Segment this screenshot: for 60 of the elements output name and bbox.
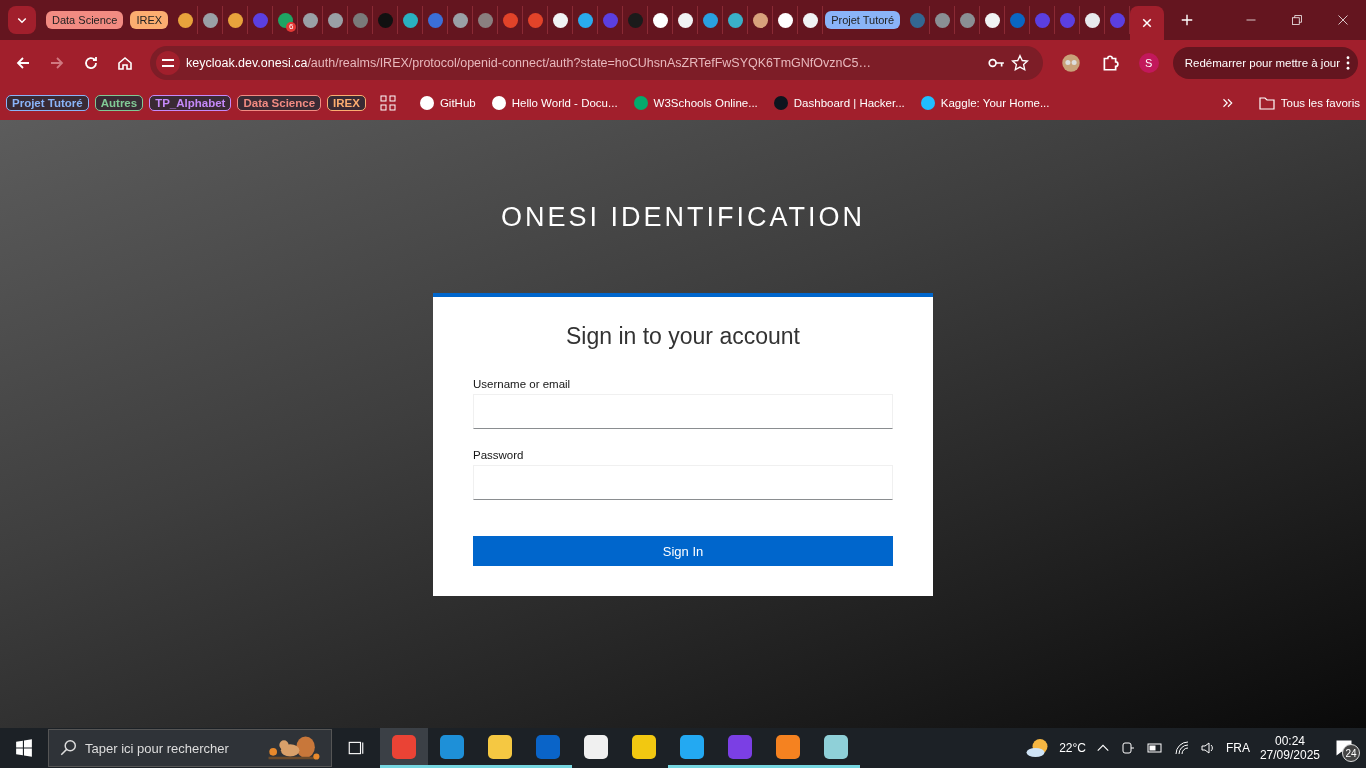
profile-avatar[interactable]: S: [1138, 53, 1159, 73]
star-icon[interactable]: [1010, 54, 1029, 72]
wifi-icon[interactable]: [1173, 740, 1190, 756]
tab-search-button[interactable]: [8, 6, 36, 34]
arrow-right-icon: [49, 55, 65, 71]
bookmark-group[interactable]: Autres: [94, 95, 144, 111]
taskbar-app[interactable]: [380, 728, 428, 768]
page-heading: ONESI IDENTIFICATION: [501, 202, 865, 233]
site-settings-icon[interactable]: [156, 51, 180, 75]
clock-date[interactable]: 27/09/2025: [1259, 748, 1320, 762]
home-icon: [117, 55, 133, 71]
bookmark-link[interactable]: Dashboard | Hacker...: [773, 96, 905, 110]
sign-in-button[interactable]: Sign In: [473, 536, 893, 566]
bookmark-link[interactable]: Kaggle: Your Home...: [920, 96, 1050, 110]
temperature-text: 22°C: [1059, 741, 1086, 755]
restore-icon: [1291, 14, 1303, 26]
double-chevron-icon: [1221, 97, 1234, 109]
bookmark-group[interactable]: Projet Tutoré: [6, 95, 89, 111]
extension-face-icon[interactable]: [1060, 53, 1081, 73]
field-label: Username or email: [473, 378, 572, 390]
more-icon: [1346, 56, 1350, 70]
bookmark-link[interactable]: W3Schools Online...: [633, 96, 758, 110]
bookmark-link[interactable]: Hello World - Docu...: [491, 96, 618, 110]
apps-grid-icon[interactable]: [379, 95, 396, 111]
language-indicator[interactable]: FRA: [1225, 741, 1250, 755]
notification-count: 24: [1342, 744, 1360, 762]
plus-icon: [1180, 13, 1195, 27]
all-bookmarks-link[interactable]: Tous les favoris: [1258, 95, 1360, 111]
bookmark-group[interactable]: TP_Alphabet: [149, 95, 232, 111]
bookmark-link[interactable]: GitHub: [419, 96, 476, 110]
battery-icon[interactable]: [1145, 740, 1164, 756]
card-title: Sign in to your account: [565, 323, 801, 350]
reload-icon: [83, 55, 99, 71]
close-icon: [1141, 17, 1154, 29]
tab-group-chip[interactable]: IREX: [130, 11, 169, 29]
browser-tab[interactable]: [1130, 6, 1165, 40]
tab-group-chip[interactable]: Data Science: [46, 11, 124, 29]
search-field[interactable]: Taper ici pour rechercher: [85, 740, 259, 756]
browser-tab[interactable]: 6: [273, 6, 299, 34]
field-label: Password: [473, 449, 525, 461]
tab-badge: 6: [286, 22, 297, 32]
url-text: keycloak.dev.onesi.ca/auth/realms/IREX/protocol/openid-connect/auth?state=hoCUhsnAsZRTefFwSYQK6TmGNfOvznC5…: [186, 56, 872, 70]
close-icon: [1337, 14, 1349, 26]
search-icon: [59, 739, 77, 757]
weather-icon: [1025, 736, 1050, 760]
address-bar[interactable]: keycloak.dev.onesi.ca/auth/realms/IREX/protocol/openid-connect/auth?state=hoCUhsnAsZRTefFwSYQK6TmGNfOvznC5…: [150, 46, 1043, 80]
folder-icon: [1258, 95, 1275, 111]
squirrel-drawing: [267, 733, 321, 763]
update-button[interactable]: Redémarrer pour mettre à jour: [1172, 47, 1358, 79]
arrow-left-icon: [15, 55, 31, 71]
task-view-icon: [347, 739, 365, 757]
input-field[interactable]: [473, 394, 893, 429]
tab-group-chip[interactable]: Projet Tutoré: [825, 11, 901, 29]
input-field[interactable]: [473, 465, 893, 500]
bookmark-group[interactable]: IREX: [327, 95, 366, 111]
windows-icon: [15, 739, 33, 757]
speaker-icon[interactable]: [1199, 740, 1216, 756]
clock-time[interactable]: 00:24: [1274, 734, 1305, 748]
camera-icon[interactable]: [1119, 740, 1136, 756]
bookmark-group[interactable]: Data Science: [237, 95, 322, 111]
